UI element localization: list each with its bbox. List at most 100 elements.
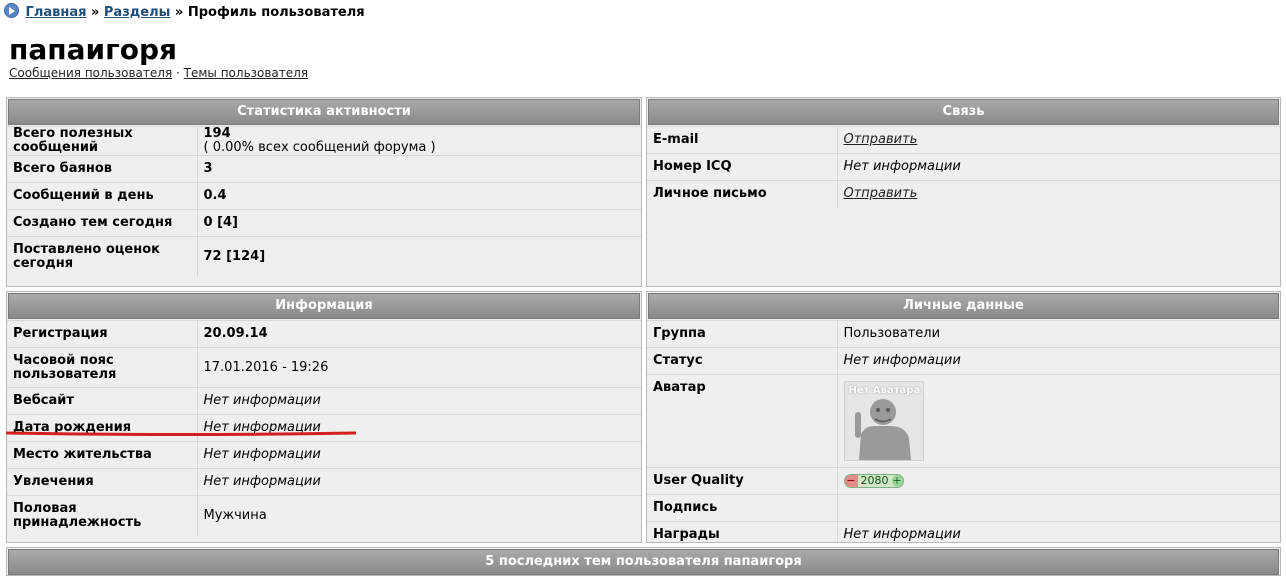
quality-plus-button[interactable]: +	[891, 475, 903, 487]
row-value: Нет информации	[197, 414, 641, 442]
row-label: Всего полезных сообщений	[7, 126, 198, 156]
table-row: Награды Нет информации	[647, 521, 1280, 542]
row-label: Группа	[647, 320, 838, 348]
useful-posts-percent: ( 0.00% всех сообщений форума )	[203, 140, 436, 155]
table-row: Регистрация 20.09.14	[7, 320, 641, 348]
row-label: E-mail	[647, 126, 838, 154]
row-value: Мужчина	[197, 495, 641, 536]
contact-panel-title: Связь	[648, 99, 1279, 125]
personal-panel: Личные данные Группа Пользователи Статус…	[646, 291, 1281, 543]
useful-posts-count: 194	[203, 126, 231, 141]
email-send-link[interactable]: Отправить	[844, 132, 918, 147]
breadcrumb-home-link[interactable]: Главная	[26, 5, 87, 20]
table-row: Часовой пояс пользователя 17.01.2016 - 1…	[7, 347, 641, 388]
table-row: Группа Пользователи	[647, 320, 1280, 348]
red-underline-mark	[6, 431, 356, 436]
row-value: Нет информации	[837, 521, 1280, 542]
page-title: папаигоря	[9, 33, 177, 66]
quality-minus-button[interactable]: −	[844, 475, 858, 487]
row-label: Вебсайт	[7, 387, 198, 415]
row-label: Аватар	[647, 374, 838, 468]
table-row: Подпись	[647, 494, 1280, 522]
table-row: Место жительства Нет информации	[7, 441, 641, 469]
breadcrumb-sections-link[interactable]: Разделы	[104, 5, 170, 20]
row-value: 17.01.2016 - 19:26	[197, 347, 641, 388]
pm-send-link[interactable]: Отправить	[844, 186, 918, 201]
row-label: User Quality	[647, 467, 838, 495]
row-value: Отправить	[837, 180, 1280, 208]
table-row: Аватар Нет Аватара	[647, 374, 1280, 468]
breadcrumb: Главная » Разделы » Профиль пользователя	[4, 3, 365, 21]
table-row: Номер ICQ Нет информации	[647, 153, 1280, 181]
row-label: Сообщений в день	[7, 182, 198, 210]
activity-panel-title: Статистика активности	[8, 99, 640, 125]
row-value: 20.09.14	[197, 320, 641, 348]
row-label: Поставлено оценок сегодня	[7, 236, 198, 277]
row-label: Статус	[647, 347, 838, 375]
table-row: E-mail Отправить	[647, 126, 1280, 154]
row-value	[837, 494, 1280, 522]
table-row: Вебсайт Нет информации	[7, 387, 641, 415]
activity-panel: Статистика активности Всего полезных соо…	[6, 97, 642, 287]
user-links: Сообщения пользователя · Темы пользовате…	[9, 66, 308, 80]
contact-panel: Связь E-mail Отправить Номер ICQ Нет инф…	[646, 97, 1281, 287]
row-label: Дата рождения	[7, 414, 198, 442]
row-label: Создано тем сегодня	[7, 209, 198, 237]
table-row: Создано тем сегодня 0 [4]	[7, 209, 641, 237]
table-row: Личное письмо Отправить	[647, 180, 1280, 208]
avatar: Нет Аватара	[843, 381, 924, 461]
breadcrumb-separator: »	[174, 5, 184, 20]
user-topics-link[interactable]: Темы пользователя	[184, 66, 308, 80]
row-label: Часовой пояс пользователя	[7, 347, 198, 388]
table-row: Дата рождения Нет информации	[7, 414, 641, 442]
row-label: Номер ICQ	[647, 153, 838, 181]
contact-table: E-mail Отправить Номер ICQ Нет информаци…	[647, 126, 1280, 208]
quality-score: 2080	[860, 474, 889, 487]
info-panel: Информация Регистрация 20.09.14 Часовой …	[6, 291, 642, 543]
row-value: 0.4	[197, 182, 641, 210]
row-value: 3	[197, 155, 641, 183]
user-posts-link[interactable]: Сообщения пользователя	[9, 66, 172, 80]
row-label: Регистрация	[7, 320, 198, 348]
row-value: − 2080 +	[837, 467, 1280, 495]
row-value: 72 [124]	[197, 236, 641, 277]
table-row: Сообщений в день 0.4	[7, 182, 641, 210]
info-panel-title: Информация	[8, 293, 640, 319]
row-label: Увлечения	[7, 468, 198, 496]
row-value: Нет информации	[197, 441, 641, 469]
table-row: Половая принадлежность Мужчина	[7, 495, 641, 536]
row-label: Награды	[647, 521, 838, 542]
info-table: Регистрация 20.09.14 Часовой пояс пользо…	[7, 320, 641, 536]
row-value: Отправить	[837, 126, 1280, 154]
table-row: Статус Нет информации	[647, 347, 1280, 375]
avatar-silhouette-icon	[854, 399, 911, 460]
recent-topics-title: 5 последних тем пользователя папаигоря	[8, 549, 1279, 575]
row-label: Личное письмо	[647, 180, 838, 208]
row-value: Нет информации	[837, 347, 1280, 375]
table-row: User Quality − 2080 +	[647, 467, 1280, 495]
play-circle-icon	[4, 3, 19, 18]
row-label: Половая принадлежность	[7, 495, 198, 536]
row-value: Нет информации	[197, 387, 641, 415]
row-value: 194 ( 0.00% всех сообщений форума )	[197, 126, 641, 156]
breadcrumb-separator: »	[90, 5, 100, 20]
table-row: Всего баянов 3	[7, 155, 641, 183]
table-row: Поставлено оценок сегодня 72 [124]	[7, 236, 641, 277]
table-row: Увлечения Нет информации	[7, 468, 641, 496]
row-value: Нет информации	[837, 153, 1280, 181]
row-value: 0 [4]	[197, 209, 641, 237]
table-row: Всего полезных сообщений 194 ( 0.00% все…	[7, 126, 641, 156]
user-quality-widget: − 2080 +	[843, 474, 904, 488]
personal-panel-title: Личные данные	[648, 293, 1279, 319]
row-label: Всего баянов	[7, 155, 198, 183]
breadcrumb-current: Профиль пользователя	[187, 5, 365, 20]
row-value: Пользователи	[837, 320, 1280, 348]
row-value: Нет информации	[197, 468, 641, 496]
activity-table: Всего полезных сообщений 194 ( 0.00% все…	[7, 126, 641, 277]
link-separator: ·	[176, 66, 180, 80]
recent-topics-panel: 5 последних тем пользователя папаигоря	[6, 547, 1281, 576]
row-label: Подпись	[647, 494, 838, 522]
personal-table: Группа Пользователи Статус Нет информаци…	[647, 320, 1280, 542]
row-label: Место жительства	[7, 441, 198, 469]
row-value: Нет Аватара	[837, 374, 1280, 468]
